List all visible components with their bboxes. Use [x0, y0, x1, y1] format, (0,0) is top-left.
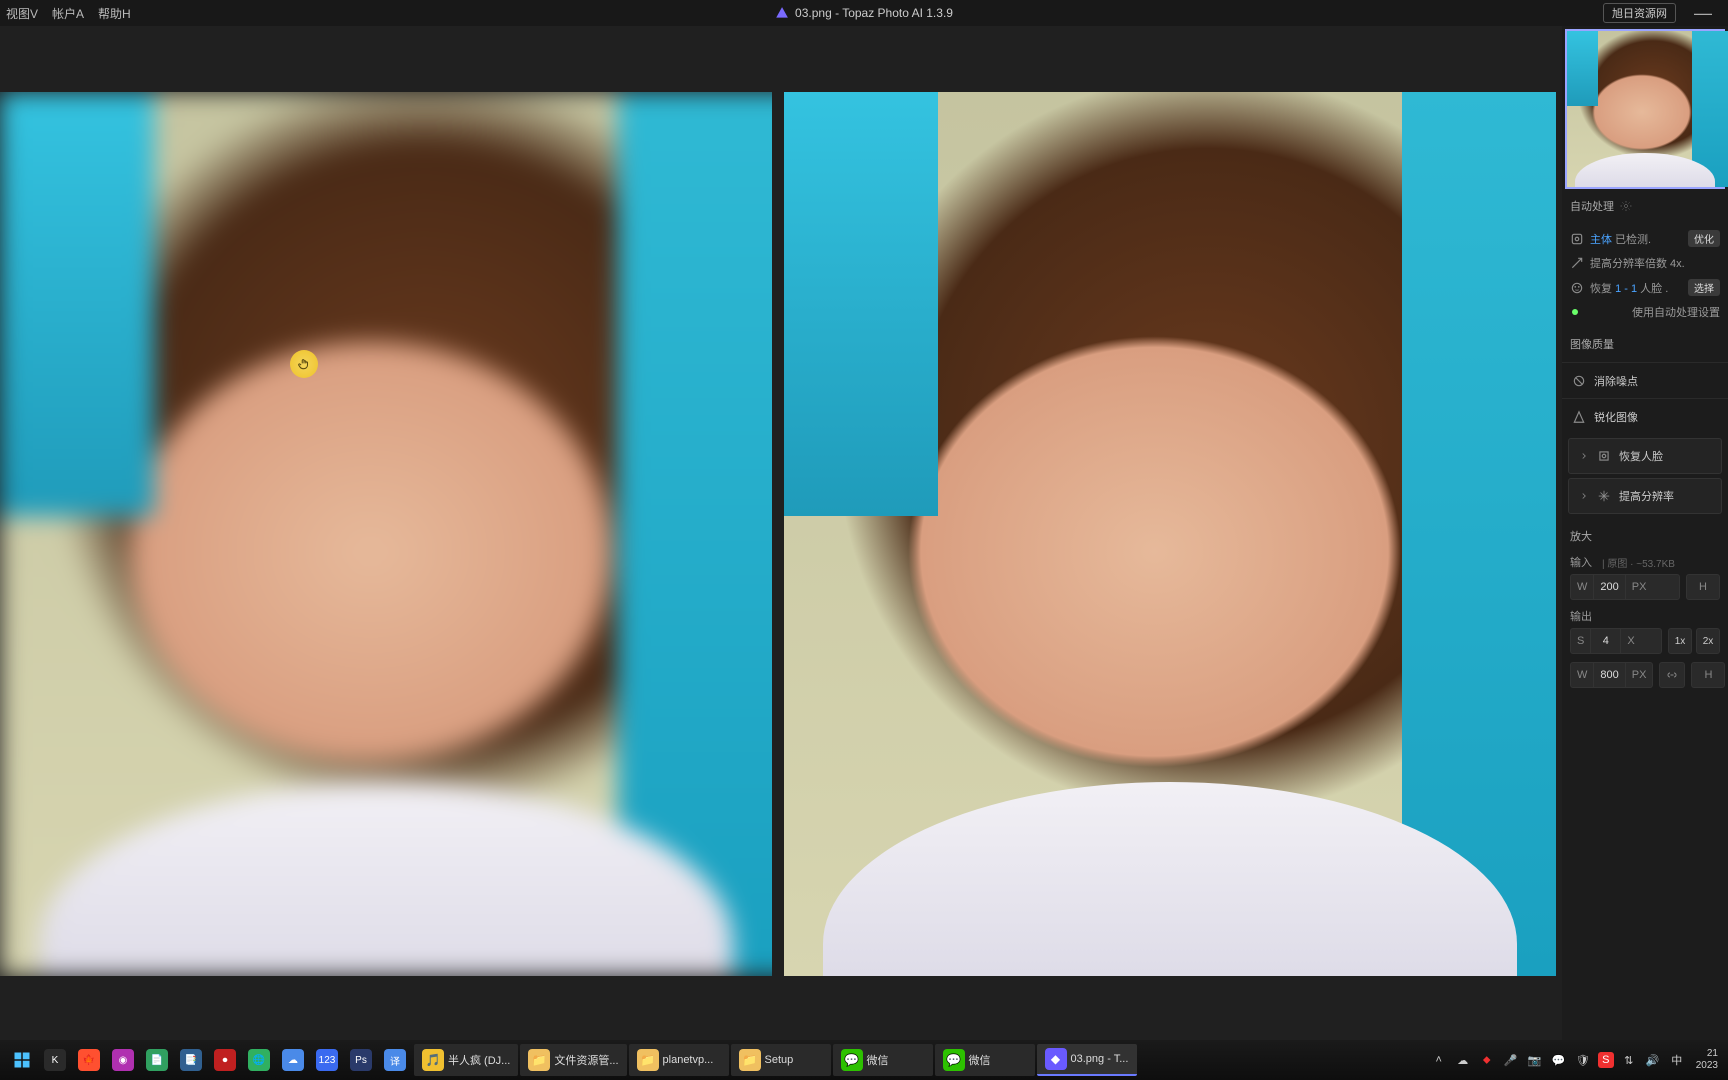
tray-onedrive-icon[interactable]: ☁ — [1454, 1051, 1472, 1069]
windows-taskbar: K🍁◉📄📑⏺🌐☁123Ps译 🎵半人疯 (DJ...📁文件资源管...📁plan… — [0, 1040, 1728, 1080]
subject-icon — [1570, 232, 1584, 246]
chevron-right-icon — [1579, 491, 1589, 501]
taskbar-app[interactable]: 📁Setup — [731, 1044, 831, 1076]
image-before[interactable] — [0, 92, 772, 976]
upscale-icon — [1570, 256, 1584, 270]
ap-subject-row: 主体 已检测. 优化 — [1570, 226, 1720, 251]
brand-link[interactable]: 旭日资源网 — [1603, 3, 1676, 23]
ap-faces-row: 恢复 1 - 1 人脸 . 选择 — [1570, 275, 1720, 300]
menu-bar: 视图V 帐户A 帮助H — [0, 5, 131, 22]
status-dot-icon — [1572, 309, 1578, 315]
taskbar-app[interactable]: 📁planetvp... — [629, 1044, 729, 1076]
menu-view[interactable]: 视图V — [6, 5, 38, 22]
taskbar-app[interactable]: 🎵半人疯 (DJ... — [414, 1044, 518, 1076]
app-logo-icon — [775, 6, 789, 20]
select-faces-pill[interactable]: 选择 — [1688, 279, 1720, 296]
face-icon — [1570, 281, 1584, 295]
titlebar: 视图V 帐户A 帮助H 03.png - Topaz Photo AI 1.3.… — [0, 0, 1728, 26]
taskbar-pin[interactable]: K — [40, 1044, 72, 1076]
minimize-button[interactable]: — — [1688, 3, 1718, 24]
input-label-row: 输入 | 原图 · ~53.7KB — [1562, 554, 1728, 570]
taskbar-apps: 🎵半人疯 (DJ...📁文件资源管...📁planetvp...📁Setup💬微… — [414, 1044, 1137, 1076]
taskbar-clock[interactable]: 21 2023 — [1692, 1048, 1722, 1072]
taskbar-app[interactable]: 📁文件资源管... — [520, 1044, 626, 1076]
input-dim-row: W200PX H — [1562, 570, 1728, 604]
taskbar-pin[interactable]: 📄 — [142, 1044, 174, 1076]
start-button[interactable] — [6, 1044, 38, 1076]
input-width[interactable]: W200PX — [1570, 574, 1680, 600]
autoprocess-header: 自动处理 — [1562, 192, 1728, 220]
taskbar-pin[interactable]: 123 — [312, 1044, 344, 1076]
tray-mic-icon[interactable]: 🎤 — [1502, 1051, 1520, 1069]
autoprocess-section: 主体 已检测. 优化 提高分辨率倍数 4x. 恢复 1 - 1 人脸 . 选择 … — [1562, 220, 1728, 330]
hand-cursor-icon — [290, 350, 318, 378]
opt-denoise[interactable]: 消除噪点 — [1562, 362, 1728, 398]
taskbar-pin[interactable]: ◉ — [108, 1044, 140, 1076]
ap-scale-row: 提高分辨率倍数 4x. — [1570, 251, 1720, 275]
output-scale[interactable]: S4X — [1570, 628, 1662, 654]
output-scale-row: S4X 1x 2x — [1562, 624, 1728, 658]
window-title: 03.png - Topaz Photo AI 1.3.9 — [775, 6, 953, 20]
enlarge-section: 输入 | 原图 · ~53.7KB W200PX H 输出 S4X 1x — [1562, 550, 1728, 696]
chevron-right-icon — [1579, 451, 1589, 461]
taskbar-pin[interactable]: 🍁 — [74, 1044, 106, 1076]
thumbnail-preview[interactable] — [1565, 29, 1725, 189]
tray-camera-icon[interactable]: 📷 — [1526, 1051, 1544, 1069]
image-after[interactable] — [784, 92, 1556, 976]
ap-default-row: 使用自动处理设置 — [1570, 300, 1720, 324]
system-tray: ˄ ☁ ⬥ 🎤 📷 💬 🛡 S ⇅ 🔊 中 21 2023 — [1430, 1048, 1722, 1072]
sharpen-icon — [1572, 410, 1586, 424]
windows-logo-icon — [13, 1051, 31, 1069]
enlarge-header: 放大 — [1562, 522, 1728, 550]
taskbar-pin[interactable]: 📑 — [176, 1044, 208, 1076]
output-height[interactable]: H — [1691, 662, 1725, 688]
window-title-text: 03.png - Topaz Photo AI 1.3.9 — [795, 6, 953, 20]
canvas-area: 预览已更新 100% — [0, 26, 1562, 1080]
taskbar-app[interactable]: ◆03.png - T... — [1037, 1044, 1137, 1076]
taskbar-pin[interactable]: ⏺ — [210, 1044, 242, 1076]
sparkle-icon — [1597, 489, 1611, 503]
gear-icon[interactable] — [1620, 200, 1632, 212]
face-recover-icon — [1597, 449, 1611, 463]
tray-ime-icon[interactable]: 中 — [1668, 1051, 1686, 1069]
tray-volume-icon[interactable]: 🔊 — [1644, 1051, 1662, 1069]
taskbar-app[interactable]: 💬微信 — [935, 1044, 1035, 1076]
output-width[interactable]: W800PX — [1570, 662, 1653, 688]
tray-network-icon[interactable]: ⇅ — [1620, 1051, 1638, 1069]
main-area: 预览已更新 100% 自动处理 主体 已检测. 优化 — [0, 26, 1728, 1080]
scale-2x-button[interactable]: 2x — [1696, 628, 1720, 654]
tray-chevron-icon[interactable]: ˄ — [1430, 1051, 1448, 1069]
comparison-view — [0, 92, 1556, 976]
taskbar-pin[interactable]: 译 — [380, 1044, 412, 1076]
settings-panel: 自动处理 主体 已检测. 优化 提高分辨率倍数 4x. 恢复 1 - 1 人脸 … — [1562, 26, 1728, 1080]
taskbar-app[interactable]: 💬微信 — [833, 1044, 933, 1076]
denoise-icon — [1572, 374, 1586, 388]
tray-security-icon[interactable]: 🛡 — [1574, 1051, 1592, 1069]
tray-sogou-icon[interactable]: S — [1598, 1052, 1614, 1068]
menu-help[interactable]: 帮助H — [98, 5, 131, 22]
taskbar-pin[interactable]: ☁ — [278, 1044, 310, 1076]
opt-upscale[interactable]: 提高分辨率 — [1568, 478, 1722, 514]
output-dim-row: W800PX H — [1562, 658, 1728, 692]
taskbar-pin[interactable]: 🌐 — [244, 1044, 276, 1076]
optimize-pill[interactable]: 优化 — [1688, 230, 1720, 247]
output-label-row: 输出 — [1562, 604, 1728, 624]
scale-1x-button[interactable]: 1x — [1668, 628, 1692, 654]
dim-link[interactable] — [1659, 662, 1685, 688]
quality-section: 消除噪点 锐化图像 恢复人脸 提高分辨率 — [1562, 358, 1728, 522]
tray-wechat-icon[interactable]: 💬 — [1550, 1051, 1568, 1069]
taskbar-pin[interactable]: Ps — [346, 1044, 378, 1076]
taskbar-pins: K🍁◉📄📑⏺🌐☁123Ps译 — [40, 1044, 412, 1076]
opt-sharpen[interactable]: 锐化图像 — [1562, 398, 1728, 434]
input-height[interactable]: H — [1686, 574, 1720, 600]
opt-recover-face[interactable]: 恢复人脸 — [1568, 438, 1722, 474]
link-icon — [1666, 669, 1678, 681]
menu-account[interactable]: 帐户A — [52, 5, 84, 22]
quality-header: 图像质量 — [1562, 330, 1728, 358]
tray-bluetooth-icon[interactable]: ⬥ — [1478, 1051, 1496, 1069]
